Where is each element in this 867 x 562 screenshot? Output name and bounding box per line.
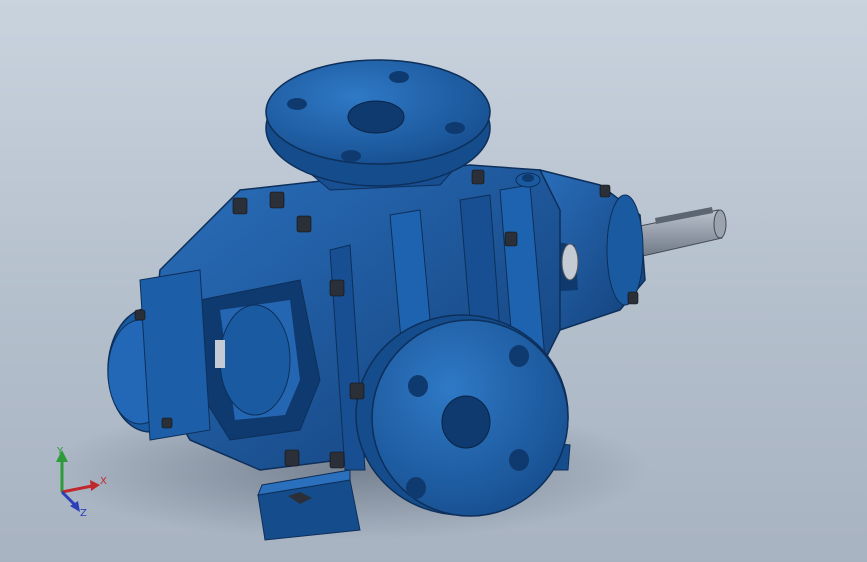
triad-y-label: Y bbox=[56, 446, 64, 457]
vent-plug bbox=[515, 172, 541, 188]
discharge-flange-front[interactable] bbox=[355, 314, 569, 517]
triad-x-arrow bbox=[90, 480, 100, 491]
triad-x-axis bbox=[61, 484, 93, 494]
triad-x-label: X bbox=[100, 476, 107, 487]
triad-z-label: Z bbox=[80, 508, 87, 519]
left-end-cover[interactable] bbox=[107, 269, 211, 441]
pump-3d-model[interactable] bbox=[0, 0, 867, 562]
view-orientation-triad[interactable]: Y X Z bbox=[40, 440, 120, 520]
graphics-viewport[interactable]: Y X Z bbox=[0, 0, 867, 562]
drive-shaft[interactable] bbox=[629, 207, 727, 259]
